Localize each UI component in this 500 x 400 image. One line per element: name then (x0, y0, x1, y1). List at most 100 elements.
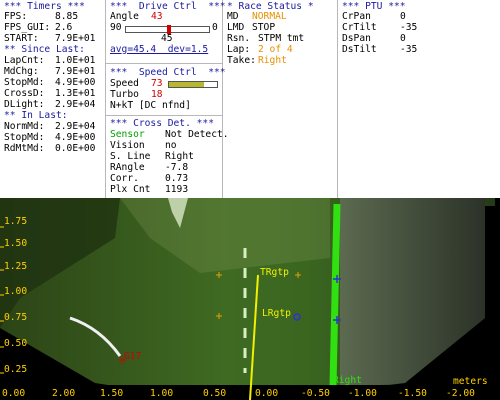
cross-header: *** Cross Det. *** (110, 118, 214, 129)
crossd-label: CrossD: (4, 88, 45, 99)
corr-label: Corr. (110, 173, 139, 184)
vision-value: no (165, 140, 177, 151)
x-tick-label: -0.50 (301, 388, 330, 399)
in-last-header: ** In Last: (4, 110, 68, 121)
slider-mid-label: 45 (161, 33, 173, 44)
sensor-value: Not Detect. (165, 129, 229, 140)
angle-value: 43 (151, 11, 163, 22)
rdmtmd-value: 0.0E+00 (55, 143, 96, 154)
lmd-value: STOP (252, 22, 276, 33)
sline-value: Right (165, 151, 194, 162)
rangle-value: -7.8 (165, 162, 189, 173)
angle-slider[interactable] (125, 25, 210, 34)
right-wall-area (340, 198, 485, 388)
race-status-section: * Race Status * MD NORMAL LMD STOP Rsn. … (223, 0, 337, 198)
lapcnt-value: 1.0E+01 (55, 55, 96, 66)
nkt-readout: N+kT [DC nfnd] (110, 100, 191, 111)
slider-max-label: 0 (212, 22, 218, 33)
trgtp-label: TRgtp (260, 267, 289, 278)
dspan-value: 0 (400, 33, 406, 44)
y-tick-label: 0.75 (4, 312, 28, 323)
start-value: 7.9E+01 (55, 33, 96, 44)
lap-value: 2 of 4 (258, 44, 293, 55)
crtilt-value: -35 (400, 22, 418, 33)
since-last-header: ** Since Last: (4, 44, 85, 55)
y-tick-label: 0.50 (4, 338, 28, 349)
lmd-label: LMD (227, 22, 245, 33)
avg-dev-readout: avg=45.4 dev=1.5 (110, 44, 209, 55)
x-tick-label: -1.00 (348, 388, 377, 399)
y-tick-label: 1.75 (4, 216, 28, 227)
rdmtmd-label: RdMtMd: (4, 143, 45, 154)
sline-label: S. Line (110, 151, 151, 162)
right-lane-label: Right (333, 375, 362, 386)
md-value: NORMAL (252, 11, 287, 22)
drive-section: *** Drive Ctrl *** Angle 43 90 0 45 avg=… (106, 0, 229, 198)
x-tick-label: -1.50 (398, 388, 427, 399)
y-tick-label: 1.25 (4, 261, 28, 272)
crpan-value: 0 (400, 11, 406, 22)
timers-section: *** Timers *** FPS: 8.85 FPS_GUI: 2.6 ST… (0, 0, 105, 198)
speed-value: 73 (151, 78, 163, 89)
rsn-value: STPM tmt (258, 33, 305, 44)
crpan-label: CrPan (342, 11, 371, 22)
dspan-label: DsPan (342, 33, 371, 44)
normmd-label: NormMd: (4, 121, 45, 132)
ptu-section: *** PTU *** CrPan 0 CrTilt -35 DsPan 0 D… (338, 0, 500, 198)
g17-label: G17 (124, 351, 142, 362)
stopmd-last-value: 4.9E+00 (55, 132, 96, 143)
corr-value: 0.73 (165, 173, 189, 184)
lap-label: Lap: (227, 44, 251, 55)
y-tick-label: 0.25 (4, 364, 28, 375)
pixcnt-label: Plx Cnt (110, 184, 151, 195)
camera-view: 1.75 1.50 1.25 1.00 0.75 0.50 0.25 0.00 … (0, 198, 500, 400)
dstilt-value: -35 (400, 44, 418, 55)
pixcnt-value: 1193 (165, 184, 189, 195)
stopmd-label: StopMd: (4, 77, 45, 88)
rangle-label: RAngle (110, 162, 145, 173)
stopmd-last-label: StopMd: (4, 132, 45, 143)
x-tick-label: 0.00 (255, 388, 279, 399)
start-label: START: (4, 33, 39, 44)
speed-header: *** Speed Ctrl *** (110, 67, 226, 78)
dlight-value: 2.9E+04 (55, 99, 96, 110)
lapcnt-label: LapCnt: (4, 55, 45, 66)
lane-boundary-line (329, 203, 341, 387)
telemetry-panel: *** Timers *** FPS: 8.85 FPS_GUI: 2.6 ST… (0, 0, 500, 198)
dlight-label: DLight: (4, 99, 45, 110)
fps-value: 8.85 (55, 11, 79, 22)
lrgtp-label: LRgtp (262, 308, 291, 319)
mdchg-value: 7.9E+01 (55, 66, 96, 77)
rsn-label: Rsn. (227, 33, 251, 44)
x-tick-label: 0.50 (203, 388, 227, 399)
take-label: Take: (227, 55, 256, 66)
crossd-value: 1.3E+01 (55, 88, 96, 99)
take-value: Right (258, 55, 287, 66)
turbo-label: Turbo (110, 89, 139, 100)
slider-min-label: 90 (110, 22, 122, 33)
camera-image (0, 198, 500, 400)
fps-gui-value: 2.6 (55, 22, 73, 33)
angle-label: Angle (110, 11, 139, 22)
x-tick-label: -2.00 (446, 388, 475, 399)
fps-label: FPS: (4, 11, 28, 22)
speed-label: Speed (110, 78, 139, 89)
fps-gui-label: FPS_GUI: (4, 22, 51, 33)
turbo-value: 18 (151, 89, 163, 100)
x-tick-label: 2.00 (52, 388, 76, 399)
x-tick-label: 1.00 (150, 388, 174, 399)
mdchg-label: MdChg: (4, 66, 39, 77)
x-tick-label: 1.50 (100, 388, 124, 399)
normmd-value: 2.9E+04 (55, 121, 96, 132)
sensor-label: Sensor (110, 129, 145, 140)
stopmd-value: 4.9E+00 (55, 77, 96, 88)
dstilt-label: DsTilt (342, 44, 377, 55)
y-tick-label: 1.50 (4, 238, 28, 249)
speed-bar (168, 81, 218, 88)
speed-bar-fill (169, 82, 205, 87)
crtilt-label: CrTilt (342, 22, 377, 33)
units-label: meters (453, 376, 488, 387)
vision-label: Vision (110, 140, 145, 151)
y-zero-label: 0.00 (2, 388, 26, 399)
y-tick-label: 1.00 (4, 286, 28, 297)
